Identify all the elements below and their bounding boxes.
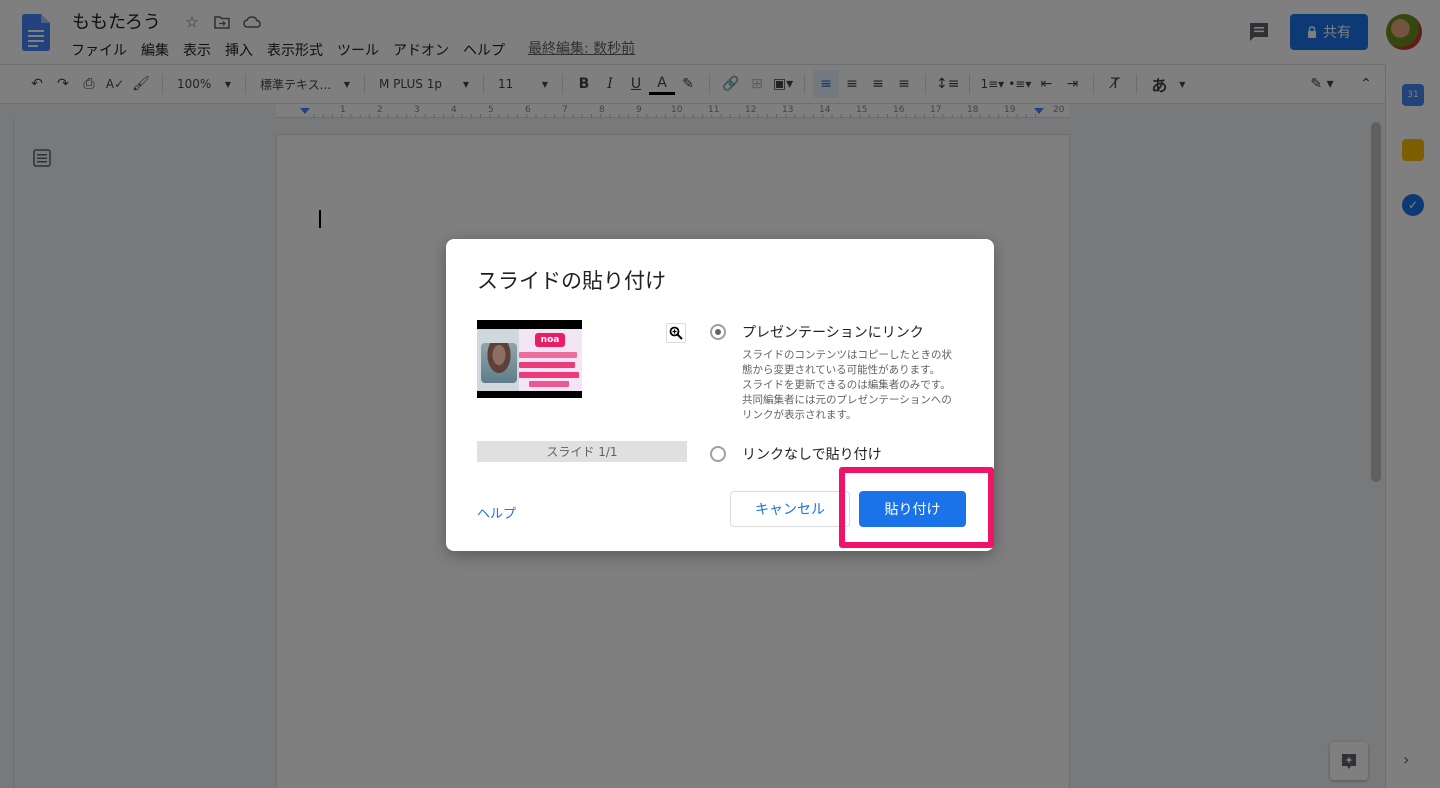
slide-text-line: [529, 381, 569, 387]
option-link-description: スライドのコンテンツはコピーしたときの状態から変更されている可能性があります。 …: [742, 349, 952, 421]
cancel-button[interactable]: キャンセル: [730, 491, 850, 527]
slide-text-line: [519, 352, 577, 358]
slide-text-line: [519, 362, 575, 368]
slide-logo: noa: [535, 333, 565, 347]
slide-text-line: [519, 372, 579, 378]
help-link[interactable]: ヘルプ: [477, 503, 516, 522]
dialog-title: スライドの貼り付け: [477, 269, 666, 293]
radio-link-presentation[interactable]: [710, 324, 726, 340]
zoom-in-icon[interactable]: [666, 323, 686, 343]
radio-paste-unlinked[interactable]: [710, 446, 726, 462]
paste-button[interactable]: 貼り付け: [859, 491, 966, 527]
option-link-label[interactable]: プレゼンテーションにリンク: [742, 322, 924, 342]
slide-counter: スライド 1/1: [477, 441, 687, 462]
option-nolink-label[interactable]: リンクなしで貼り付け: [742, 444, 882, 464]
slide-thumbnail: noa: [477, 320, 582, 398]
slide-thumbnail-content: noa: [477, 329, 582, 391]
slide-photo: [481, 343, 517, 383]
